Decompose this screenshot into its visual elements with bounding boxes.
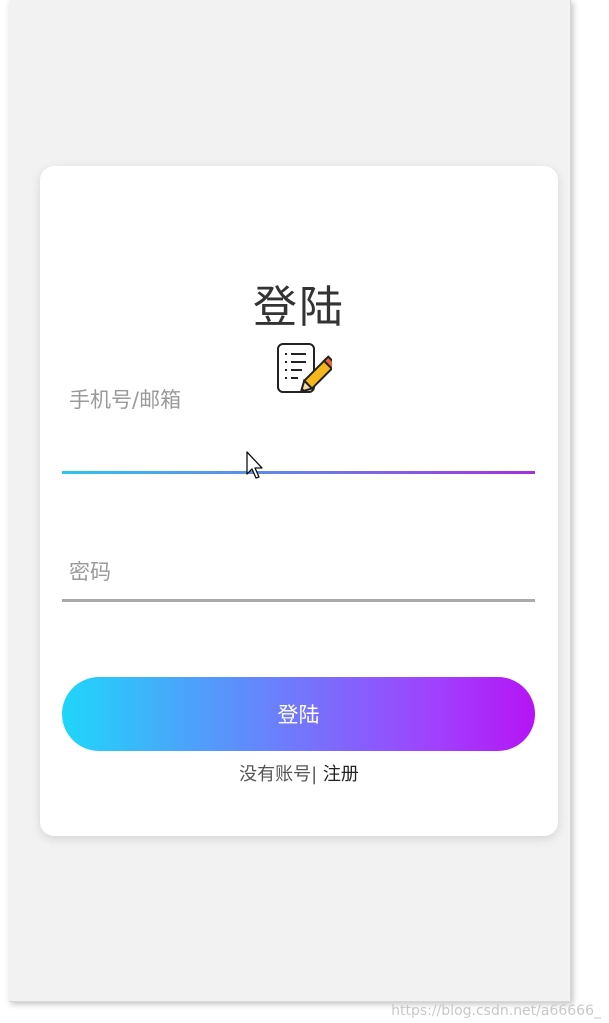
page-background: 登陆 手机号/邮箱 密码 登陆 没有账号| 注册 bbox=[9, 0, 571, 1002]
username-label: 手机号/邮箱 bbox=[69, 388, 182, 412]
password-input[interactable] bbox=[62, 546, 539, 600]
mouse-pointer-icon bbox=[246, 451, 263, 479]
login-button[interactable]: 登陆 bbox=[62, 677, 535, 751]
page-title: 登陆 bbox=[253, 282, 345, 333]
register-row: 没有账号| 注册 bbox=[40, 760, 558, 786]
password-underline bbox=[62, 599, 535, 602]
no-account-text: 没有账号| bbox=[239, 764, 318, 785]
username-field: 手机号/邮箱 bbox=[62, 374, 539, 474]
username-underline-active bbox=[62, 471, 535, 474]
password-field: 密码 bbox=[62, 546, 539, 602]
register-link[interactable]: 注册 bbox=[323, 764, 359, 785]
watermark: https://blog.csdn.net/a66666_ bbox=[391, 1003, 601, 1019]
login-card: 登陆 手机号/邮箱 密码 登陆 没有账号| 注册 bbox=[40, 166, 558, 836]
username-input[interactable] bbox=[62, 424, 539, 470]
